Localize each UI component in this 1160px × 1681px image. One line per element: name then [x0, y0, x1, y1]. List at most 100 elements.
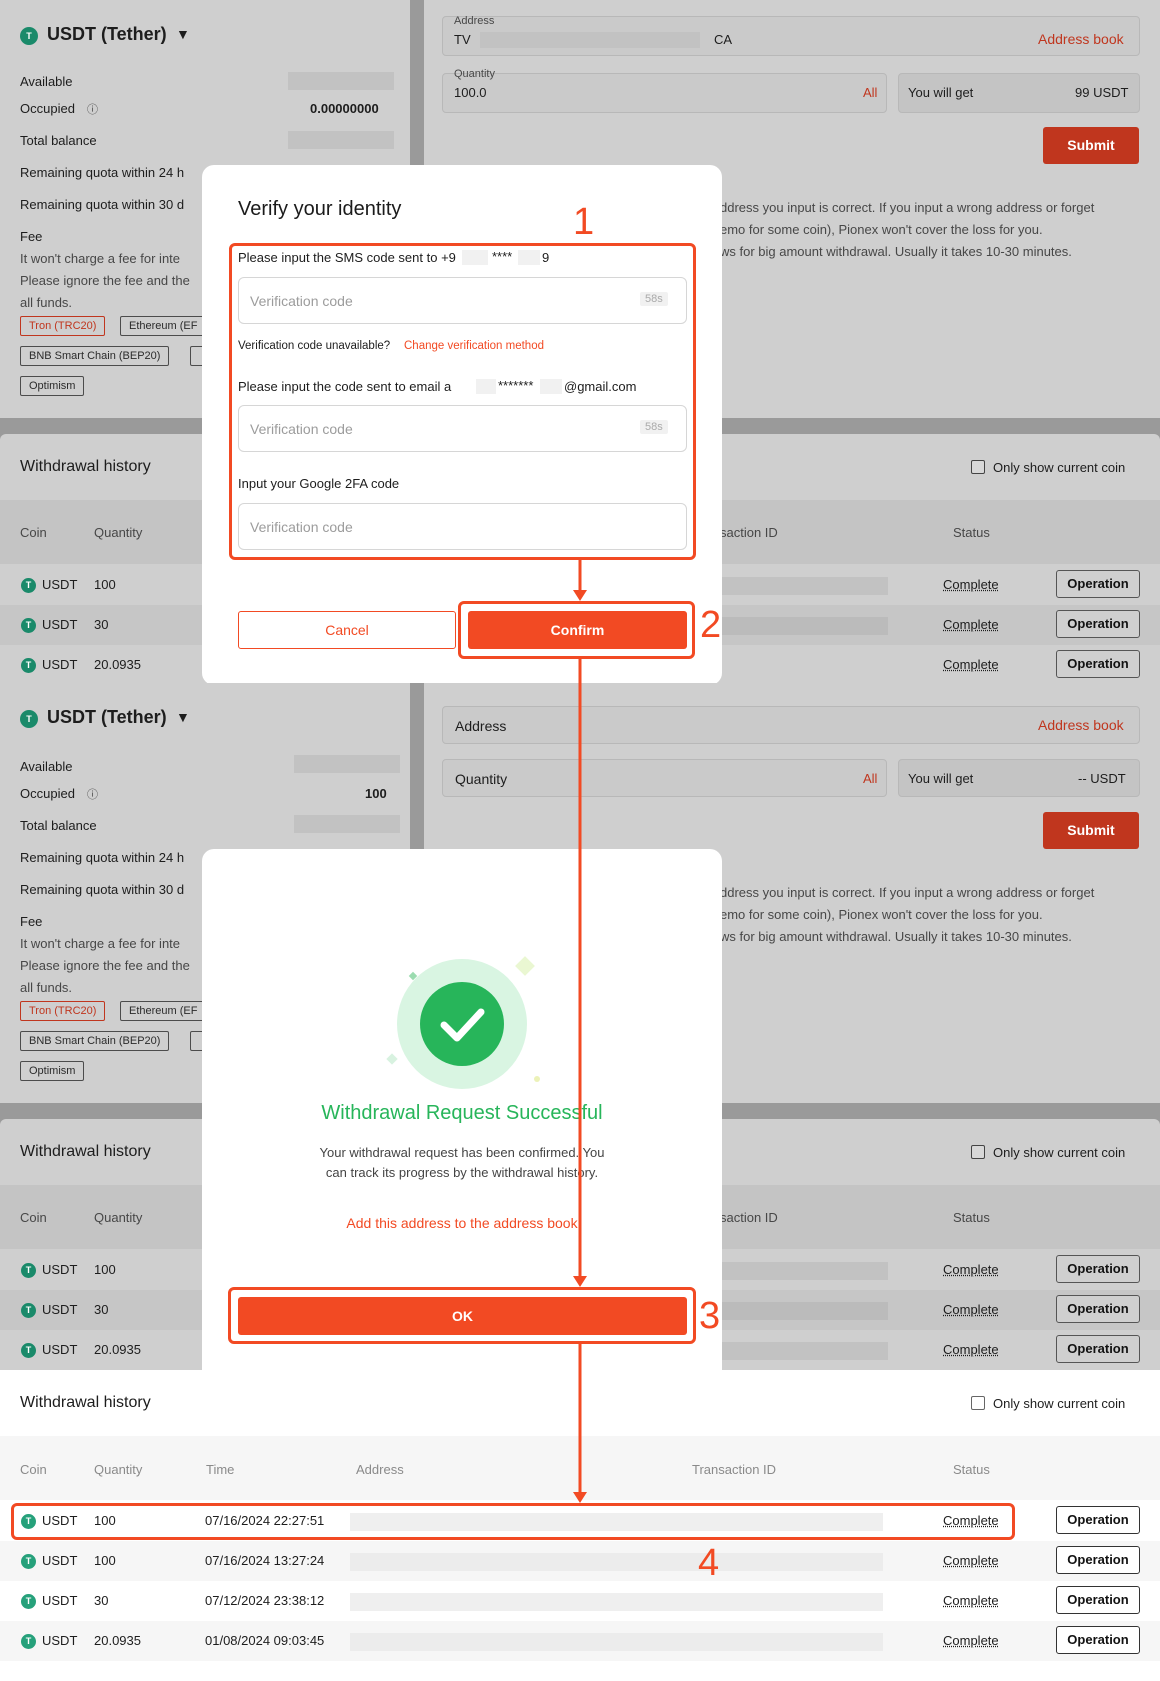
txid-redacted — [720, 1302, 888, 1320]
all-button[interactable]: All — [863, 771, 877, 786]
fee-desc-3: all funds. — [20, 295, 73, 310]
row-coin: USDT — [42, 1553, 78, 1568]
available-label: Available — [20, 759, 73, 774]
row-time: 07/16/2024 13:27:24 — [205, 1553, 325, 1568]
only-current-label[interactable]: Only show current coin — [993, 1396, 1125, 1411]
operation-button[interactable]: Operation — [1056, 650, 1140, 678]
chain-chip-erc20[interactable]: Ethereum (EF — [120, 1001, 210, 1021]
col-coin: Coin — [20, 1462, 47, 1477]
col-status: Status — [953, 525, 990, 540]
col-coin: Coin — [20, 1210, 47, 1225]
step1-number: 1 — [573, 201, 595, 243]
quantity-field[interactable] — [442, 759, 887, 797]
chain-chip-erc20[interactable]: Ethereum (EF — [120, 316, 210, 336]
col-txid: Transaction ID — [692, 1462, 777, 1477]
row-coin: USDT — [42, 577, 78, 592]
occupied-label: Occupied — [20, 101, 75, 116]
row-status[interactable]: Complete — [943, 1262, 999, 1277]
coin-title[interactable]: USDT (Tether) — [47, 707, 167, 728]
notice-line-3: ws for big amount withdrawal. Usually it… — [720, 244, 1072, 259]
col-txid: saction ID — [720, 1210, 778, 1225]
step3-number: 3 — [699, 1295, 721, 1337]
history-title: Withdrawal history — [20, 1394, 151, 1411]
operation-button[interactable]: Operation — [1056, 1506, 1140, 1534]
txid-redacted — [720, 1342, 888, 1360]
tether-icon: T — [21, 1303, 36, 1318]
chain-chip-bep20[interactable]: BNB Smart Chain (BEP20) — [20, 1031, 170, 1051]
only-current-label[interactable]: Only show current coin — [993, 460, 1125, 475]
only-current-label[interactable]: Only show current coin — [993, 1145, 1125, 1160]
col-coin: Coin — [20, 525, 47, 540]
operation-button[interactable]: Operation — [1056, 1586, 1140, 1614]
cancel-button[interactable]: Cancel — [238, 611, 456, 649]
submit-button[interactable]: Submit — [1043, 812, 1139, 849]
coin-title[interactable]: USDT (Tether) — [47, 24, 167, 45]
chain-chip-optimism[interactable]: Optimism — [20, 376, 85, 396]
submit-button[interactable]: Submit — [1043, 127, 1139, 164]
row-qty: 20.0935 — [94, 657, 141, 672]
chain-chip-optimism[interactable]: Optimism — [20, 1061, 85, 1081]
address-field[interactable] — [442, 706, 1140, 744]
tether-icon: T — [21, 1594, 36, 1609]
col-txid: saction ID — [720, 525, 778, 540]
quantity-field[interactable] — [442, 73, 887, 113]
info-icon[interactable]: ⓘ — [87, 101, 98, 117]
txid-redacted — [720, 617, 888, 635]
all-button[interactable]: All — [863, 85, 877, 100]
caret-down-icon[interactable]: ▼ — [176, 709, 190, 725]
row-time: 01/08/2024 09:03:45 — [205, 1633, 325, 1648]
operation-button[interactable]: Operation — [1056, 1335, 1140, 1363]
quota30-label: Remaining quota within 30 d — [20, 882, 185, 897]
operation-button[interactable]: Operation — [1056, 1255, 1140, 1283]
chain-chip-bep20[interactable]: BNB Smart Chain (BEP20) — [20, 346, 170, 366]
operation-button[interactable]: Operation — [1056, 570, 1140, 598]
quantity-label: Quantity — [454, 68, 495, 80]
tether-icon: T — [21, 1554, 36, 1569]
address-label: Address — [455, 718, 507, 734]
row-qty: 30 — [94, 1302, 109, 1317]
operation-button[interactable]: Operation — [1056, 1295, 1140, 1323]
col-time: Time — [206, 1462, 235, 1477]
row-status[interactable]: Complete — [943, 657, 999, 672]
operation-button[interactable]: Operation — [1056, 1546, 1140, 1574]
row-status[interactable]: Complete — [943, 617, 999, 632]
address-book-link[interactable]: Address book — [1038, 31, 1124, 47]
table-row[interactable]: T USDT 20.0935 01/08/2024 09:03:45 Compl… — [0, 1621, 1160, 1661]
tether-icon: T — [21, 1634, 36, 1649]
notice-line-2: emo for some coin), Pionex won't cover t… — [720, 907, 1043, 922]
you-will-get-label: You will get — [908, 771, 974, 786]
chain-chip-trc20[interactable]: Tron (TRC20) — [20, 316, 106, 336]
get-value: 99 USDT — [1075, 85, 1129, 100]
col-address: Address — [356, 1462, 404, 1477]
tether-icon: T — [21, 578, 36, 593]
available-label: Available — [20, 74, 73, 89]
row-status[interactable]: Complete — [943, 1553, 999, 1568]
success-desc-1: Your withdrawal request has been confirm… — [319, 1145, 605, 1160]
row-qty: 30 — [94, 617, 109, 632]
address-book-link[interactable]: Address book — [1038, 717, 1124, 733]
only-current-checkbox[interactable] — [971, 1145, 985, 1159]
row-status[interactable]: Complete — [943, 1302, 999, 1317]
row-qty: 100 — [94, 577, 116, 592]
fee-desc-3: all funds. — [20, 980, 73, 995]
add-address-link[interactable]: Add this address to the address book — [202, 1215, 722, 1231]
only-current-checkbox[interactable] — [971, 460, 985, 474]
operation-button[interactable]: Operation — [1056, 1626, 1140, 1654]
row-status[interactable]: Complete — [943, 1593, 999, 1608]
address-txid-redacted — [350, 1593, 883, 1611]
row-coin: USDT — [42, 617, 78, 632]
chain-chip-trc20[interactable]: Tron (TRC20) — [20, 1001, 106, 1021]
row-status[interactable]: Complete — [943, 1633, 999, 1648]
row-status[interactable]: Complete — [943, 577, 999, 592]
row-qty: 100 — [94, 1553, 116, 1568]
only-current-checkbox[interactable] — [971, 1396, 985, 1410]
operation-button[interactable]: Operation — [1056, 610, 1140, 638]
info-icon[interactable]: ⓘ — [87, 786, 98, 802]
quantity-value: 100.0 — [454, 85, 487, 100]
caret-down-icon[interactable]: ▼ — [176, 26, 190, 42]
row-qty: 100 — [94, 1262, 116, 1277]
table-row[interactable]: T USDT 100 07/16/2024 13:27:24 Complete … — [0, 1541, 1160, 1581]
fee-desc-1: It won't charge a fee for inte — [20, 936, 181, 951]
row-status[interactable]: Complete — [943, 1342, 999, 1357]
table-row[interactable]: T USDT 30 07/12/2024 23:38:12 Complete O… — [0, 1581, 1160, 1621]
